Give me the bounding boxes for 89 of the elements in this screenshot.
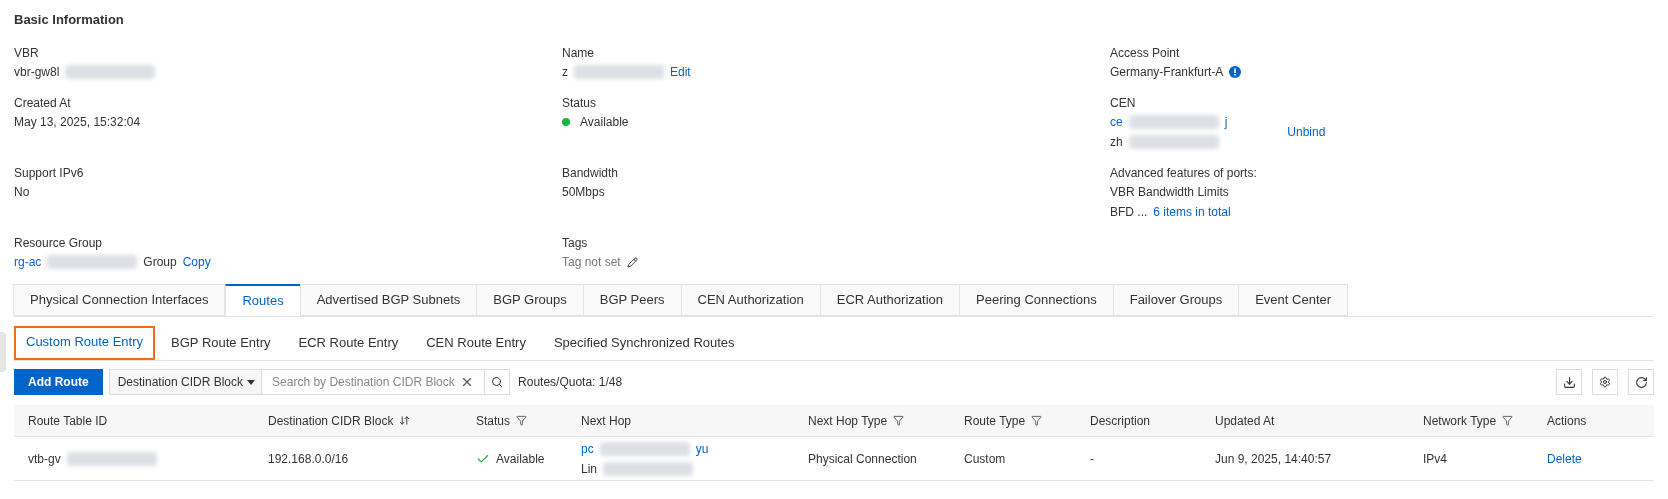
link[interactable]: Copy bbox=[182, 253, 211, 271]
tab[interactable]: BGP Peers bbox=[582, 284, 682, 316]
filter-icon[interactable] bbox=[516, 415, 528, 426]
settings-icon bbox=[1599, 376, 1611, 388]
value-text: Jun 9, 2025, 14:40:57 bbox=[1215, 450, 1332, 468]
field-label: Access Point bbox=[1110, 45, 1181, 60]
download-button[interactable] bbox=[1556, 369, 1582, 395]
column-header: Next Hop bbox=[581, 412, 632, 430]
quota-text: Routes/Quota: 1/48 bbox=[518, 374, 623, 391]
value-text: No bbox=[14, 184, 30, 201]
field-label: CEN bbox=[1110, 95, 1137, 110]
field-label: VBR bbox=[14, 45, 40, 60]
value-text: 192.168.0.0/16 bbox=[268, 450, 349, 468]
tab[interactable]: Peering Connections bbox=[959, 284, 1114, 316]
column-header: Next Hop Type bbox=[808, 412, 888, 430]
tab[interactable]: Event Center bbox=[1238, 284, 1349, 316]
value-text: 50Mbps bbox=[562, 184, 605, 201]
value-text: Group bbox=[143, 254, 177, 271]
value-text: - bbox=[1090, 450, 1094, 468]
filter-icon[interactable] bbox=[1502, 415, 1514, 426]
field-label: Advanced features of ports: bbox=[1110, 165, 1258, 180]
field-label: Status bbox=[562, 95, 598, 110]
tab[interactable]: ECR Authorization bbox=[819, 284, 960, 316]
refresh-button[interactable] bbox=[1628, 369, 1654, 395]
value-text: z bbox=[562, 64, 568, 81]
value-text: Physical Connection bbox=[808, 450, 917, 468]
tab[interactable]: Advertised BGP Subnets bbox=[299, 284, 478, 316]
column-header: Actions bbox=[1547, 412, 1587, 430]
tab[interactable]: CEN Authorization bbox=[680, 284, 821, 316]
filter-icon[interactable] bbox=[1031, 415, 1043, 426]
settings-button[interactable] bbox=[1592, 369, 1618, 395]
field-label: Resource Group bbox=[14, 235, 104, 250]
collapse-handle[interactable] bbox=[0, 332, 6, 372]
subtab[interactable]: BGP Route Entry bbox=[159, 326, 283, 360]
column-header: Description bbox=[1090, 412, 1151, 430]
info-icon bbox=[1229, 66, 1242, 78]
value-text: May 13, 2025, 15:32:04 bbox=[14, 114, 141, 131]
link[interactable]: yu bbox=[695, 439, 709, 458]
field-label: Tags bbox=[562, 235, 589, 250]
field-label: Created At bbox=[14, 95, 72, 110]
sort-icon[interactable] bbox=[399, 415, 411, 426]
filter-icon[interactable] bbox=[893, 415, 905, 426]
edit-icon[interactable] bbox=[626, 256, 638, 268]
filter-select[interactable]: Destination CIDR Block bbox=[108, 369, 263, 395]
link[interactable]: rg-ac bbox=[14, 253, 42, 271]
field-label: Support IPv6 bbox=[14, 165, 85, 180]
field-label: Name bbox=[562, 45, 595, 60]
column-header: Route Type bbox=[964, 412, 1026, 430]
search-icon bbox=[491, 376, 504, 388]
tab[interactable]: BGP Groups bbox=[476, 284, 584, 316]
value-text: Lin bbox=[581, 460, 597, 478]
column-header: Network Type bbox=[1423, 412, 1497, 430]
value-text: Custom bbox=[964, 450, 1006, 468]
download-icon bbox=[1562, 375, 1576, 389]
column-header: Updated At bbox=[1215, 412, 1275, 430]
tab[interactable]: Routes bbox=[225, 284, 301, 316]
value-text: IPv4 bbox=[1423, 450, 1447, 468]
subtab[interactable]: Custom Route Entry bbox=[14, 326, 156, 360]
subtab[interactable]: Specified Synchronized Routes bbox=[541, 326, 747, 360]
subtab[interactable]: ECR Route Entry bbox=[286, 326, 411, 360]
value-text: zh bbox=[1110, 134, 1123, 151]
unbind-link[interactable]: Unbind bbox=[1287, 123, 1326, 141]
link[interactable]: Edit bbox=[670, 63, 691, 81]
caret-down-icon bbox=[247, 379, 256, 385]
value-text: Available bbox=[580, 114, 629, 131]
value-text: Germany-Frankfurt-A bbox=[1110, 64, 1224, 81]
value-text: vtb-gv bbox=[28, 450, 61, 468]
subtab[interactable]: CEN Route Entry bbox=[414, 326, 538, 360]
link[interactable]: Delete bbox=[1547, 449, 1582, 468]
link[interactable]: 6 items in total bbox=[1153, 203, 1231, 221]
value-text: BFD ... bbox=[1110, 204, 1148, 221]
search-button[interactable] bbox=[484, 369, 511, 395]
field-label: Bandwidth bbox=[562, 165, 620, 180]
refresh-icon bbox=[1634, 375, 1648, 389]
value-text: Available bbox=[496, 450, 545, 468]
column-header: Destination CIDR Block bbox=[268, 412, 394, 430]
tab[interactable]: Physical Connection Interfaces bbox=[13, 284, 226, 316]
link[interactable]: ce bbox=[1110, 113, 1123, 131]
search-field[interactable]: Search by Destination CIDR Block bbox=[262, 369, 485, 395]
tab[interactable]: Failover Groups bbox=[1112, 284, 1240, 316]
column-header: Status bbox=[476, 412, 511, 430]
value-text: VBR Bandwidth Limits bbox=[1110, 184, 1229, 201]
add-route-button[interactable]: Add Route bbox=[14, 369, 103, 395]
value-text: Tag not set bbox=[562, 254, 621, 271]
section-title: Basic Information bbox=[14, 11, 125, 28]
column-header: Route Table ID bbox=[28, 412, 108, 430]
link[interactable]: j bbox=[1224, 113, 1228, 131]
link[interactable]: pc bbox=[581, 439, 594, 458]
value-text: vbr-gw8l bbox=[14, 64, 60, 81]
